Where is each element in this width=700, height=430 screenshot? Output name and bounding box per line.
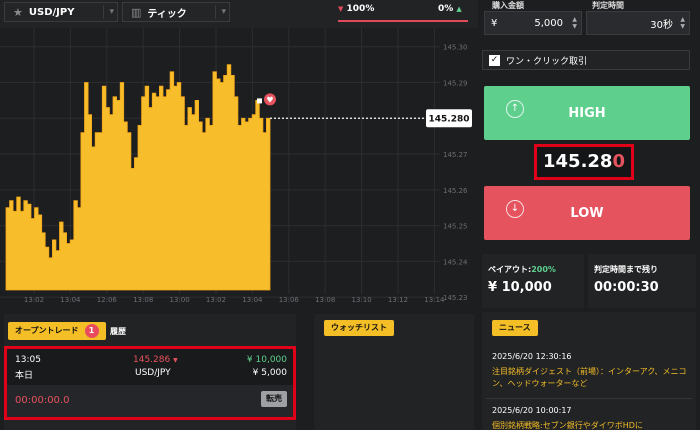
x-tick-label: 13:12 xyxy=(388,296,408,304)
chart-mode-label: ティック xyxy=(147,8,187,20)
y-tick-label: 145.23 xyxy=(443,294,468,302)
remaining-value: 00:00:30 xyxy=(594,280,659,295)
chart-mode-select[interactable]: ▥ ティック ▾ xyxy=(122,2,230,22)
trade-timer-row: 00:00:00.0 転売 xyxy=(7,385,293,417)
chevron-down-icon: ▾ xyxy=(103,5,114,19)
x-tick-label: 13:04 xyxy=(242,296,263,304)
price-chart[interactable]: 145.23145.24145.25145.26145.27145.28145.… xyxy=(0,28,478,308)
news-title-0[interactable]: 注目銘柄ダイジェスト（前場）：インターアク、メニコン、ヘッドウォーターなど xyxy=(492,366,688,390)
trading-screen: ★ USD/JPY ▾ ▥ ティック ▾ ▼ 100% 0% ▲ 145.23 1… xyxy=(0,0,700,430)
y-tick-label: 145.30 xyxy=(443,44,468,52)
x-tick-label: 13:00 xyxy=(170,296,190,304)
chart-toolbar: ★ USD/JPY ▾ ▥ ティック ▾ ▼ 100% 0% ▲ xyxy=(0,0,478,28)
last-price-dot xyxy=(257,98,262,104)
y-tick-label: 145.29 xyxy=(443,80,468,88)
payout-value: ¥ 10,000 xyxy=(488,280,552,295)
news-title-1[interactable]: 個別銘柄戦略:セブン銀行やダイワボHDに xyxy=(492,420,688,430)
one-click-label: ワン・クリック取引 xyxy=(506,56,588,67)
trade-date: 本日 xyxy=(15,371,34,381)
currency-symbol: ¥ xyxy=(491,17,498,29)
resell-button[interactable]: 転売 xyxy=(261,391,287,407)
x-tick-label: 13:08 xyxy=(133,296,153,304)
payout-box: ペイアウト:200% ¥ 10,000 xyxy=(482,254,584,308)
news-divider xyxy=(486,398,692,399)
price-last-digit: 0 xyxy=(612,151,625,172)
chevron-down-icon: ▾ xyxy=(215,5,226,19)
trade-time: 13:05 xyxy=(15,355,41,365)
x-tick-label: 13:02 xyxy=(24,296,44,304)
x-tick-label: 13:14 xyxy=(424,296,445,304)
amount-input[interactable]: ¥ 5,000 ▲ ▼ xyxy=(484,11,582,35)
amount-label: 購入金額 xyxy=(492,1,524,10)
price-main: 145.28 xyxy=(543,151,613,172)
current-price-label: 145.280 xyxy=(429,114,470,124)
y-tick-label: 145.27 xyxy=(443,151,468,159)
trade-marker-icon: ♥ xyxy=(264,93,276,106)
y-tick-label: 145.26 xyxy=(443,187,468,195)
checkmark-icon[interactable]: ✓ xyxy=(489,54,500,66)
trade-payout: ¥ 10,000 xyxy=(246,355,287,365)
payout-percentage: 200% xyxy=(531,265,556,274)
open-trade-row[interactable]: 13:05 本日 145.286 ▼ USD/JPY ¥ 10,000 ¥ 5,… xyxy=(4,346,296,420)
x-tick-label: 13:10 xyxy=(352,296,372,304)
x-tick-label: 13:04 xyxy=(60,296,81,304)
down-arrow-icon: ▼ xyxy=(173,357,178,364)
trade-timer: 00:00:00.0 xyxy=(15,395,70,406)
remaining-time-box: 判定時間まで残り 00:00:30 xyxy=(588,254,696,308)
remaining-label: 判定時間まで残り xyxy=(594,265,658,274)
trade-entry-price: 145.286 ▼ xyxy=(133,355,178,365)
news-time-0: 2025/6/20 12:30:16 xyxy=(492,352,572,361)
high-percentage: ▼ 100% xyxy=(338,4,375,14)
symbol-select[interactable]: ★ USD/JPY ▾ xyxy=(4,2,118,22)
low-percentage: 0% ▲ xyxy=(438,4,462,14)
x-tick-label: 13:02 xyxy=(206,296,226,304)
payout-label: ペイアウト:200% xyxy=(488,265,556,274)
sentiment-bar xyxy=(338,20,468,22)
up-triangle-icon: ▲ xyxy=(456,5,462,13)
one-click-checkbox[interactable]: ✓ ワン・クリック取引 xyxy=(482,50,690,70)
open-trades-count-badge: 1 xyxy=(84,324,99,338)
news-panel: ニュース 2025/6/20 12:30:16 注目銘柄ダイジェスト（前場）：イ… xyxy=(482,312,696,430)
svg-text:♥: ♥ xyxy=(266,95,273,104)
watchlist-panel: ウォッチリスト xyxy=(314,314,474,430)
y-tick-label: 145.24 xyxy=(443,258,468,266)
amount-stepper-icon[interactable]: ▲ ▼ xyxy=(572,16,577,30)
x-tick-label: 12:06 xyxy=(97,296,118,304)
high-button[interactable]: ↑ HIGH xyxy=(484,86,690,140)
current-price-display: 145.280 xyxy=(534,144,634,180)
low-button[interactable]: ↓ LOW xyxy=(484,186,690,240)
news-time-1: 2025/6/20 10:00:17 xyxy=(492,406,572,415)
time-stepper-icon[interactable]: ▲ ▼ xyxy=(680,16,685,30)
x-tick-label: 13:08 xyxy=(315,296,335,304)
amount-value: 5,000 xyxy=(534,17,563,29)
low-label: LOW xyxy=(570,206,604,221)
time-value: 30秒 xyxy=(650,19,673,31)
tab-watchlist[interactable]: ウォッチリスト xyxy=(324,320,394,336)
x-tick-label: 13:06 xyxy=(279,296,300,304)
down-triangle-icon: ▼ xyxy=(338,5,344,13)
time-input[interactable]: 30秒 ▲ ▼ xyxy=(586,11,690,35)
symbol-label: USD/JPY xyxy=(28,6,75,18)
trade-amount: ¥ 5,000 xyxy=(252,368,287,378)
tab-open-trades[interactable]: オープントレード 1 xyxy=(8,322,106,340)
high-label: HIGH xyxy=(568,106,606,121)
tab-news[interactable]: ニュース xyxy=(492,320,538,336)
time-label: 判定時間 xyxy=(592,1,624,10)
y-tick-label: 145.25 xyxy=(443,223,468,231)
chart-icon: ▥ xyxy=(131,5,142,19)
star-icon[interactable]: ★ xyxy=(13,6,23,19)
trade-pair: USD/JPY xyxy=(135,368,171,378)
order-panel: 購入金額 ¥ 5,000 ▲ ▼ 判定時間 30秒 ▲ ▼ ✓ ワン・クリック取引 … xyxy=(478,0,700,430)
tab-history[interactable]: 履歴 xyxy=(110,326,126,337)
